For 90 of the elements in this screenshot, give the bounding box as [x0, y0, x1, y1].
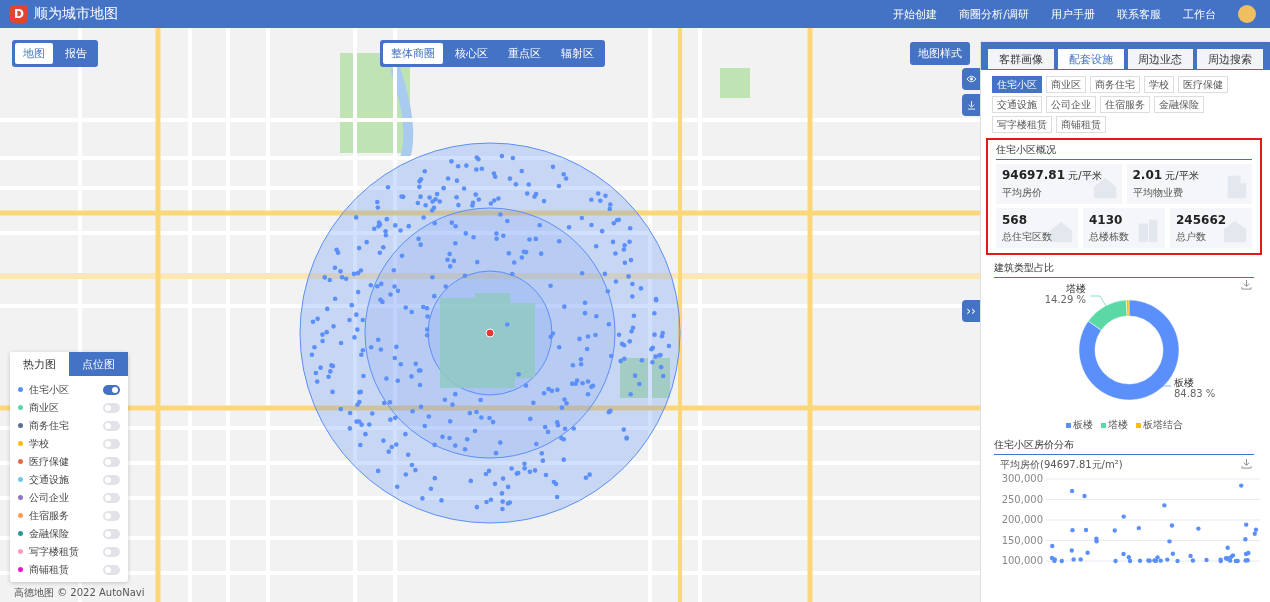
zone-tab[interactable]: 辐射区	[553, 43, 602, 64]
map-attribution: 高德地图 © 2022 AutoNavi	[14, 586, 145, 600]
stat-value: 2.01 元/平米	[1132, 168, 1199, 183]
section-title: 建筑类型占比	[994, 261, 1254, 278]
eye-icon	[965, 75, 977, 83]
legend-item: 板楼	[1065, 418, 1093, 432]
view-tab[interactable]: 地图	[15, 43, 53, 64]
toggle-switch[interactable]	[103, 546, 120, 557]
section-title: 住宅小区房价分布	[994, 438, 1254, 455]
layer-label: 住宿服务	[29, 508, 70, 523]
download-button[interactable]	[962, 94, 980, 116]
layer-label: 商务住宅	[29, 418, 70, 433]
category-chip[interactable]: 交通设施	[992, 96, 1042, 113]
user-avatar[interactable]	[1238, 5, 1256, 23]
layer-tab[interactable]: 点位图	[69, 352, 128, 376]
category-chip[interactable]: 学校	[1144, 76, 1174, 93]
category-chip[interactable]: 写字楼租赁	[992, 116, 1052, 133]
panel-tab[interactable]: 配套设施	[1056, 48, 1125, 70]
category-chip[interactable]: 商务住宅	[1090, 76, 1140, 93]
toggle-switch[interactable]	[103, 384, 120, 395]
layer-tab[interactable]: 热力图	[10, 352, 69, 376]
toggle-switch[interactable]	[103, 510, 120, 521]
stat-value: 94697.81 元/平米	[1002, 168, 1102, 183]
nav-link[interactable]: 联系客服	[1117, 6, 1161, 22]
axis-tick-label: 250,000	[1001, 493, 1043, 505]
nav-link[interactable]: 工作台	[1183, 6, 1216, 22]
chart-title: 平均房价(94697.81元/m²)	[1000, 459, 1123, 470]
legend-item: 塔楼	[1100, 418, 1128, 432]
view-tab[interactable]: 报告	[57, 43, 95, 64]
layer-label: 医疗保健	[29, 454, 70, 469]
layer-label: 商业区	[29, 400, 60, 415]
app-title: 顺为城市地图	[34, 5, 119, 23]
stat-label: 总楼栋数	[1089, 229, 1129, 244]
axis-tick-label: 100,000	[1001, 555, 1043, 566]
stat-value: 245662	[1176, 212, 1227, 227]
download-icon[interactable]	[1241, 279, 1252, 290]
toggle-switch[interactable]	[103, 492, 120, 503]
slice-value: 14.29 %	[1044, 294, 1086, 305]
category-chip[interactable]: 商铺租赁	[1056, 116, 1106, 133]
nav-link[interactable]: 商圈分析/调研	[959, 6, 1029, 22]
slice-value: 84.83 %	[1174, 388, 1216, 399]
layer-label: 学校	[29, 436, 50, 451]
app-logo: D	[10, 5, 28, 23]
toggle-switch[interactable]	[103, 474, 120, 485]
layer-label: 交通设施	[29, 472, 70, 487]
toggle-switch[interactable]	[103, 564, 120, 575]
category-chip[interactable]: 住宅小区	[992, 76, 1042, 93]
map-drawing[interactable]	[0, 28, 980, 602]
toggle-switch[interactable]	[103, 456, 120, 467]
axis-tick-label: 300,000	[1001, 473, 1043, 484]
nav-link[interactable]: 开始创建	[893, 6, 938, 22]
map-style-button[interactable]: 地图样式	[910, 42, 970, 65]
toggle-switch[interactable]	[103, 402, 120, 413]
download-icon	[966, 100, 976, 110]
stat-label: 总住宅区数	[1002, 229, 1052, 244]
toggle-switch[interactable]	[103, 420, 120, 431]
stat-label: 平均物业费	[1132, 186, 1183, 200]
stat-value: 4130	[1089, 212, 1123, 227]
slice-label: 塔楼	[1066, 283, 1086, 294]
layer-label: 金融保险	[29, 526, 70, 541]
zone-tab[interactable]: 整体商圈	[383, 43, 443, 64]
category-chip[interactable]: 住宿服务	[1100, 96, 1150, 113]
axis-tick-label: 200,000	[1001, 514, 1043, 525]
category-chip[interactable]: 公司企业	[1046, 96, 1096, 113]
layer-label: 写字楼租赁	[29, 544, 80, 559]
collapse-button[interactable]: ››	[962, 300, 980, 322]
zone-tab[interactable]: 核心区	[447, 43, 496, 64]
toggle-switch[interactable]	[103, 528, 120, 539]
stat-label: 总户数	[1176, 229, 1206, 244]
stat-value: 568	[1002, 212, 1028, 227]
category-chip[interactable]: 医疗保健	[1178, 76, 1228, 93]
stat-label: 平均房价	[1002, 186, 1042, 200]
panel-tab[interactable]: 周边搜索	[1196, 48, 1264, 70]
layer-label: 商铺租赁	[29, 562, 70, 577]
layer-label: 公司企业	[29, 490, 70, 505]
legend-item: 板塔结合	[1135, 418, 1183, 432]
axis-tick-label: 150,000	[1001, 534, 1043, 546]
section-title: 住宅小区概况	[996, 143, 1252, 160]
panel-tab[interactable]: 周边业态	[1126, 48, 1195, 70]
zone-tab[interactable]: 重点区	[500, 43, 549, 64]
download-icon[interactable]	[1241, 458, 1252, 469]
layer-label: 住宅小区	[29, 382, 70, 397]
leader-line	[1089, 295, 1107, 307]
panel-tab[interactable]: 客群画像	[987, 48, 1055, 70]
toggle-switch[interactable]	[103, 438, 120, 449]
eye-button[interactable]	[962, 68, 980, 90]
category-chip[interactable]: 金融保险	[1154, 96, 1204, 113]
category-chip[interactable]: 商业区	[1046, 76, 1086, 93]
slice-label: 板楼	[1174, 377, 1194, 388]
nav-link[interactable]: 用户手册	[1051, 6, 1095, 22]
